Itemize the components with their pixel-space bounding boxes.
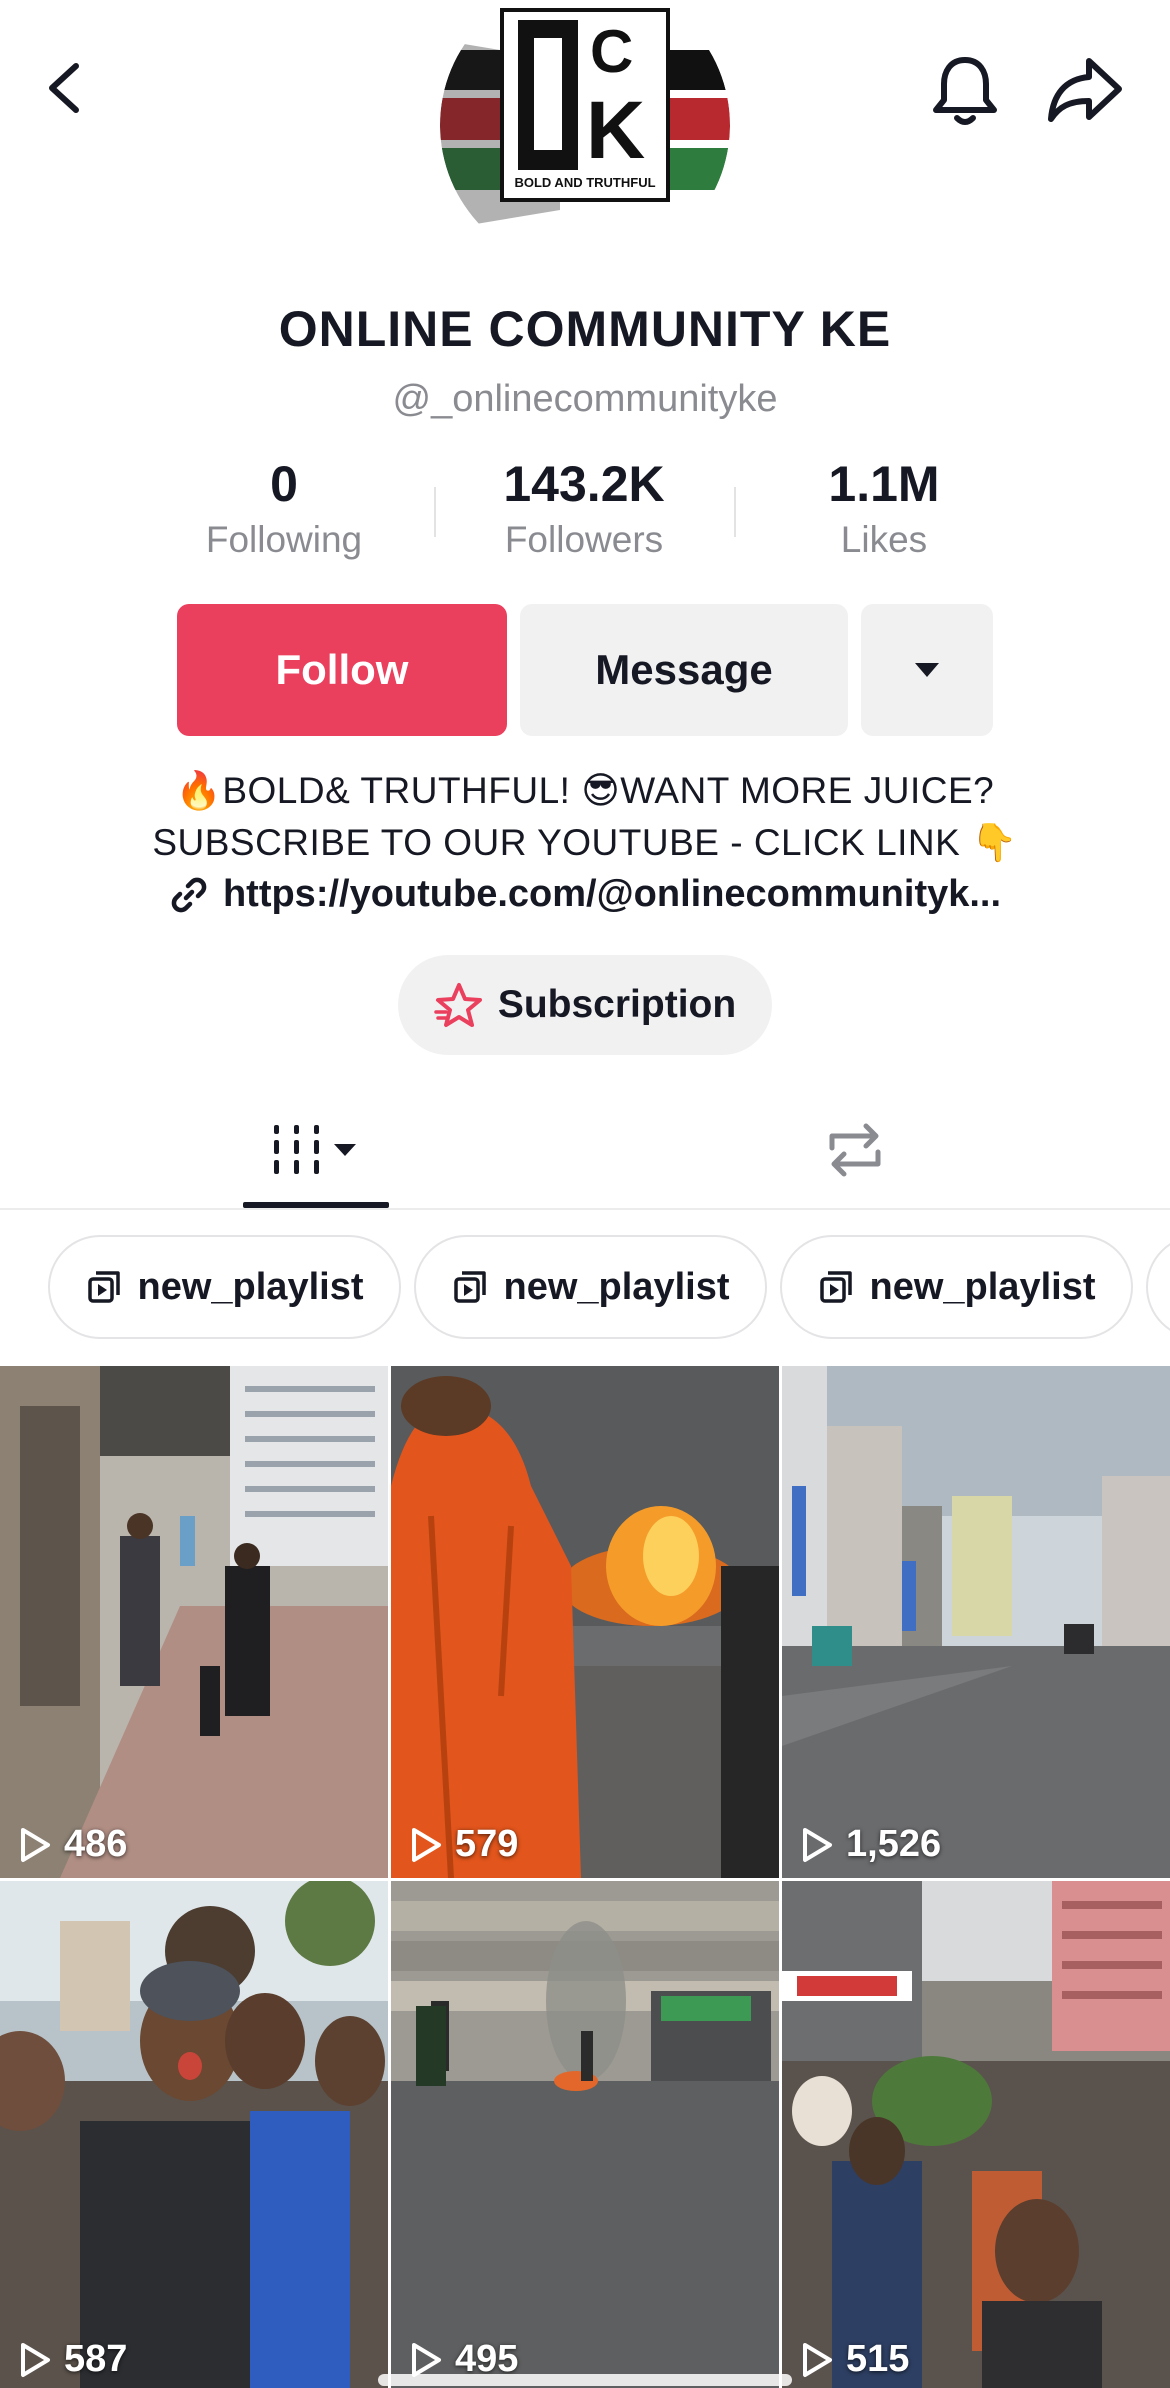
logo-letter-k: K bbox=[586, 85, 645, 176]
username: @_onlinecommunityke bbox=[392, 378, 778, 420]
stat-likes[interactable]: 1.1M Likes bbox=[734, 455, 1034, 561]
stat-value: 0 bbox=[270, 456, 298, 512]
thumbnail-image bbox=[391, 1366, 779, 1878]
content-tabs bbox=[0, 1090, 1170, 1210]
more-options-button[interactable] bbox=[861, 604, 993, 736]
logo-letter-c: C bbox=[590, 18, 633, 85]
stat-label: Likes bbox=[840, 519, 928, 560]
playlist-icon bbox=[819, 1271, 852, 1303]
bio-link[interactable]: https://youtube.com/@onlinecommunityk... bbox=[0, 873, 1170, 916]
thumbnail-image bbox=[782, 1366, 1170, 1878]
bell-icon bbox=[933, 57, 997, 125]
share-button[interactable] bbox=[1045, 55, 1125, 125]
link-icon bbox=[171, 877, 207, 912]
notification-bell-button[interactable] bbox=[930, 52, 1000, 132]
stat-label: Followers bbox=[504, 519, 664, 560]
play-icon bbox=[21, 1827, 50, 1862]
caret-down-icon bbox=[915, 663, 939, 677]
home-indicator bbox=[378, 2374, 792, 2386]
view-count: 1,526 bbox=[800, 1823, 941, 1866]
playlist-chip[interactable]: new_playlist bbox=[414, 1235, 767, 1339]
playlist-icon bbox=[453, 1271, 486, 1303]
follow-button[interactable]: Follow bbox=[177, 604, 507, 736]
view-count: 515 bbox=[800, 2338, 909, 2381]
active-tab-indicator bbox=[243, 1202, 389, 1208]
playlist-icon bbox=[87, 1271, 120, 1303]
stat-label: Following bbox=[205, 519, 363, 560]
view-count-text: 486 bbox=[64, 1823, 128, 1865]
thumbnail-image bbox=[0, 1881, 388, 2388]
avatar[interactable]: C K BOLD AND TRUTHFUL bbox=[440, 0, 730, 270]
thumbnail-image bbox=[0, 1366, 388, 1878]
share-arrow-icon bbox=[1048, 58, 1122, 122]
stat-value: 143.2K bbox=[503, 456, 665, 512]
subscription-label: Subscription bbox=[497, 983, 737, 1026]
ock-logo: C K BOLD AND TRUTHFUL bbox=[440, 0, 730, 270]
video-thumbnail[interactable]: 579 bbox=[391, 1366, 779, 1878]
bio-line-2: SUBSCRIBE TO OUR YOUTUBE - CLICK LINK 👇 bbox=[152, 822, 1018, 863]
star-badge-icon bbox=[434, 983, 482, 1027]
playlist-chip[interactable]: new_playlist bbox=[48, 1235, 401, 1339]
video-grid: 486 579 1,526 587 495 515 bbox=[0, 1366, 1170, 2388]
thumbnail-image bbox=[391, 1881, 779, 2388]
stat-value: 1.1M bbox=[828, 456, 940, 512]
play-icon bbox=[412, 2342, 441, 2377]
view-count: 587 bbox=[18, 2338, 127, 2381]
play-icon bbox=[803, 2342, 832, 2377]
repost-icon bbox=[829, 1123, 881, 1177]
view-count-text: 587 bbox=[64, 2338, 128, 2380]
video-thumbnail[interactable]: 486 bbox=[0, 1366, 388, 1878]
bio: 🔥BOLD& TRUTHFUL! 😎WANT MORE JUICE? SUBSC… bbox=[0, 765, 1170, 869]
playlist-chip[interactable]: new_playlist bbox=[780, 1235, 1133, 1339]
grid-bars-icon bbox=[274, 1125, 356, 1174]
stat-following[interactable]: 0 Following bbox=[134, 455, 434, 561]
playlist-label: new_playlist bbox=[869, 1265, 1096, 1308]
view-count: 579 bbox=[409, 1823, 518, 1866]
display-name: ONLINE COMMUNITY KE bbox=[278, 301, 892, 357]
video-thumbnail[interactable]: 515 bbox=[782, 1881, 1170, 2388]
logo-tagline: BOLD AND TRUTHFUL bbox=[514, 175, 655, 190]
profile-stats: 0 Following 143.2K Followers 1.1M Likes bbox=[0, 455, 1170, 575]
bio-link-text: https://youtube.com/@onlinecommunityk... bbox=[222, 873, 1002, 915]
play-icon bbox=[21, 2342, 50, 2377]
play-icon bbox=[412, 1827, 441, 1862]
view-count-text: 579 bbox=[455, 1823, 519, 1865]
tab-videos[interactable] bbox=[243, 1090, 389, 1210]
chevron-left-icon bbox=[49, 63, 79, 113]
video-thumbnail[interactable]: 495 bbox=[391, 1881, 779, 2388]
video-thumbnail[interactable]: 587 bbox=[0, 1881, 388, 2388]
message-button[interactable]: Message bbox=[520, 604, 848, 736]
subscription-button[interactable]: Subscription bbox=[398, 955, 772, 1055]
view-count-text: 515 bbox=[846, 2338, 910, 2380]
video-thumbnail[interactable]: 1,526 bbox=[782, 1366, 1170, 1878]
playlist-chip-partial[interactable] bbox=[1146, 1235, 1170, 1339]
view-count-text: 1,526 bbox=[846, 1823, 942, 1865]
playlist-label: new_playlist bbox=[503, 1265, 730, 1308]
playlist-row: new_playlist new_playlist new_playlist bbox=[0, 1235, 1170, 1340]
view-count: 486 bbox=[18, 1823, 127, 1866]
back-button[interactable] bbox=[40, 58, 90, 118]
tab-reposts[interactable] bbox=[800, 1090, 910, 1210]
stat-followers[interactable]: 143.2K Followers bbox=[434, 455, 734, 561]
thumbnail-image bbox=[782, 1881, 1170, 2388]
play-icon bbox=[803, 1827, 832, 1862]
bio-line-1: 🔥BOLD& TRUTHFUL! 😎WANT MORE JUICE? bbox=[175, 770, 995, 811]
playlist-label: new_playlist bbox=[137, 1265, 364, 1308]
